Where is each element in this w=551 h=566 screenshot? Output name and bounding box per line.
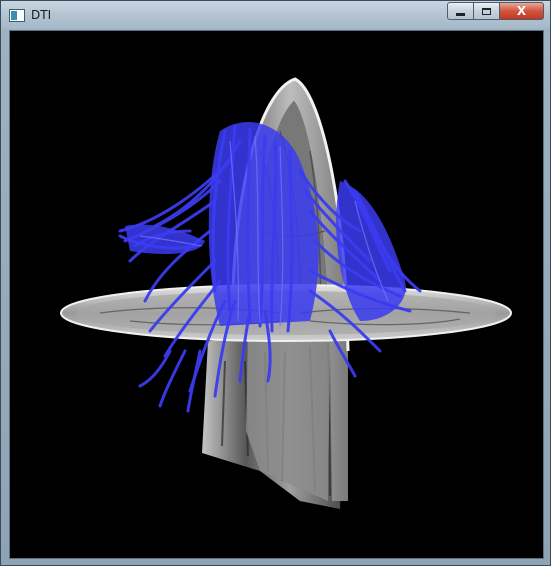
close-button[interactable]: X (500, 2, 544, 20)
window-title: DTI (31, 8, 52, 22)
maximize-icon (482, 7, 491, 15)
dti-scene (60, 77, 512, 509)
render-viewport[interactable] (9, 30, 544, 559)
maximize-button[interactable] (474, 2, 500, 20)
close-icon: X (516, 4, 527, 18)
minimize-icon (456, 12, 465, 16)
app-window: DTI X (0, 0, 551, 566)
minimize-button[interactable] (447, 2, 474, 20)
title-bar[interactable]: DTI X (1, 1, 550, 29)
caption-buttons: X (447, 2, 544, 21)
app-icon (9, 9, 25, 22)
